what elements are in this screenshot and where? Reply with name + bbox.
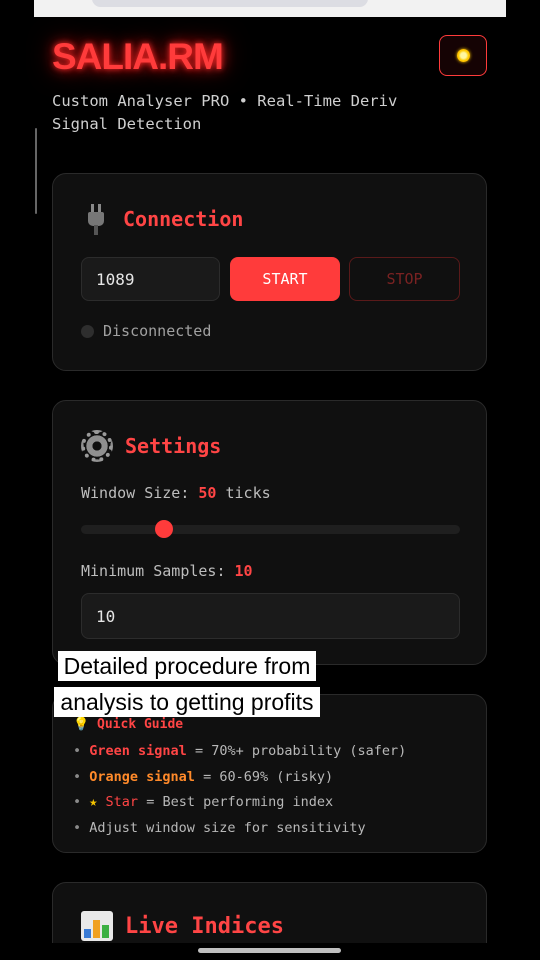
- start-button[interactable]: START: [230, 257, 340, 301]
- min-samples-input[interactable]: 10: [81, 593, 460, 639]
- stop-button[interactable]: STOP: [349, 257, 460, 301]
- min-samples-value: 10: [234, 562, 253, 580]
- live-title: Live Indices: [125, 913, 284, 939]
- settings-title: Settings: [125, 434, 222, 458]
- scroll-rail: [35, 128, 37, 214]
- guide-item: Adjust window size for sensitivity: [73, 816, 406, 842]
- settings-header: Settings: [81, 430, 221, 462]
- theme-toggle-button[interactable]: [439, 35, 487, 76]
- settings-card: Settings Window Size: 50 ticks Minimum S…: [52, 400, 487, 665]
- guide-item-text: = Best performing index: [138, 794, 334, 810]
- status-text: Disconnected: [103, 322, 212, 340]
- video-caption: Detailed procedure from analysis to gett…: [27, 648, 347, 720]
- guide-star-label: Star: [105, 794, 139, 810]
- app-id-input[interactable]: 1089: [81, 257, 220, 301]
- guide-item-text: = 70%+ probability (safer): [186, 743, 407, 759]
- window-size-slider[interactable]: [81, 525, 460, 534]
- window-size-label: Window Size: 50 ticks: [81, 484, 271, 502]
- gear-icon: [81, 430, 113, 462]
- browser-address-bar: [34, 0, 506, 17]
- connection-status: Disconnected: [81, 322, 211, 340]
- caption-line-2: analysis to getting profits: [54, 687, 320, 717]
- connection-title: Connection: [123, 207, 244, 231]
- guide-item: Orange signal = 60-69% (risky): [73, 765, 406, 791]
- min-samples-label: Minimum Samples: 10: [81, 562, 253, 580]
- guide-item-text: = 60-69% (risky): [194, 768, 334, 785]
- bar-chart-icon: [81, 911, 113, 941]
- guide-item: ★ Star = Best performing index: [73, 790, 406, 816]
- plug-icon: [81, 202, 111, 236]
- guide-list: Green signal = 70%+ probability (safer) …: [73, 739, 406, 841]
- app-subtitle: Custom Analyser PRO • Real-Time Deriv Si…: [52, 92, 398, 133]
- caption-line-1: Detailed procedure from: [57, 651, 317, 681]
- slider-thumb[interactable]: [155, 520, 174, 538]
- guide-item-text: Adjust window size for sensitivity: [89, 819, 366, 836]
- url-pill[interactable]: [92, 0, 368, 7]
- window-size-text: Window Size:: [81, 484, 190, 502]
- home-indicator[interactable]: [198, 948, 341, 953]
- guide-item: Green signal = 70%+ probability (safer): [73, 739, 406, 765]
- min-samples-text: Minimum Samples:: [81, 562, 226, 580]
- window-size-unit: ticks: [225, 484, 271, 502]
- sun-icon: [456, 49, 470, 62]
- status-dot-icon: [81, 324, 94, 338]
- connection-header: Connection: [81, 202, 243, 236]
- guide-orange-label: Orange signal: [89, 768, 195, 785]
- star-icon: ★: [89, 794, 98, 810]
- guide-green-label: Green signal: [89, 743, 187, 759]
- brand-logo: SALIA.RM: [52, 36, 224, 77]
- live-header: Live Indices: [81, 911, 284, 941]
- connection-card: Connection 1089 START STOP Disconnected: [52, 173, 487, 371]
- window-size-value: 50: [198, 484, 217, 502]
